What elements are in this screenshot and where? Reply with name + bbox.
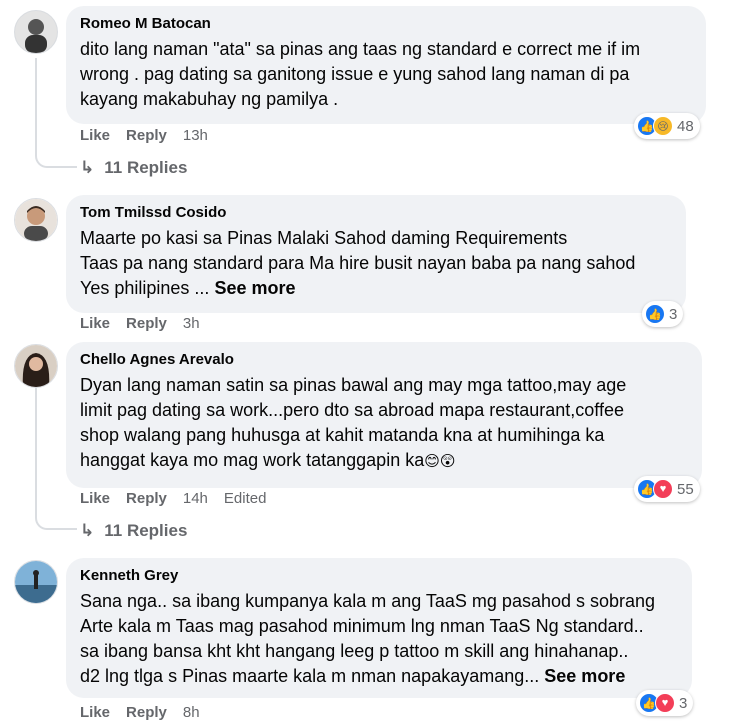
love-reaction-icon: ♥ [655,693,675,713]
thread-curve [35,514,77,530]
like-button[interactable]: Like [80,703,110,723]
comment-line-text: Yes philipines ... [80,278,210,298]
reaction-summary[interactable]: 👍 ♥ 3 [636,690,694,716]
like-button[interactable]: Like [80,314,110,334]
sad-reaction-icon: 😢 [653,116,673,136]
comment-bubble: Tom Tmilssd Cosido Maarte po kasi sa Pin… [66,195,686,313]
see-more-link[interactable]: See more [214,278,295,298]
reaction-count: 3 [669,305,678,323]
comment-timestamp[interactable]: 8h [183,703,200,723]
comment-line: Dyan lang naman satin sa pinas bawal ang… [80,375,627,395]
comment-author[interactable]: Kenneth Grey [80,566,678,586]
replies-count: 11 Replies [104,521,188,540]
comment-line: sa ibang bansa kht kht hangang leeg p ta… [80,641,629,661]
reply-button[interactable]: Reply [126,489,167,509]
view-replies-button[interactable]: ↳ 11 Replies [80,158,187,178]
avatar-image [15,345,57,387]
avatar-image [15,199,57,241]
comment-actions: Like Reply 13h [80,126,208,146]
replies-count: 11 Replies [104,158,188,177]
comment-text: Maarte po kasi sa Pinas Malaki Sahod dam… [80,226,672,301]
comment-bubble: Romeo M Batocan dito lang naman "ata" sa… [66,6,706,124]
comment-timestamp[interactable]: 3h [183,314,200,334]
avatar[interactable] [14,560,58,604]
thread-line [35,386,37,516]
reaction-count: 55 [677,480,694,498]
avatar-image [15,561,57,603]
avatar[interactable] [14,10,58,54]
reaction-summary[interactable]: 👍 😢 48 [634,113,700,139]
comment-line: shop walang pang huhusga at kahit matand… [80,425,605,445]
edited-label: Edited [223,490,267,507]
reaction-count: 3 [679,694,688,712]
comment-line-text: hanggat kaya mo mag work tatanggapin ka [80,450,425,470]
see-more-link[interactable]: See more [544,666,625,686]
comment-author[interactable]: Romeo M Batocan [80,14,692,34]
reply-button[interactable]: Reply [126,314,167,334]
reaction-summary[interactable]: 👍 ♥ 55 [634,476,700,502]
comment-line: d2 lng tlga s Pinas maarte kala m nman n… [80,664,678,689]
comment-line: Sana nga.. sa ibang kumpanya kala m ang … [80,591,656,611]
comment-line: Arte kala m Taas mag pasahod minimum lng… [80,616,644,636]
comment-line: Maarte po kasi sa Pinas Malaki Sahod dam… [80,228,568,248]
comment-timestamp[interactable]: 14h [183,489,208,509]
comment-bubble: Kenneth Grey Sana nga.. sa ibang kumpany… [66,558,692,698]
comment-bubble: Chello Agnes Arevalo Dyan lang naman sat… [66,342,702,488]
comment-line-text: d2 lng tlga s Pinas maarte kala m nman n… [80,666,540,686]
avatar-image [15,11,57,53]
reply-button[interactable]: Reply [126,126,167,146]
reaction-summary[interactable]: 👍 3 [642,301,684,327]
comment-text: Dyan lang naman satin sa pinas bawal ang… [80,373,688,474]
like-reaction-icon: 👍 [645,304,665,324]
comment-text: Sana nga.. sa ibang kumpanya kala m ang … [80,589,678,689]
thread-line [35,58,37,154]
like-button[interactable]: Like [80,126,110,146]
reply-arrow-icon: ↳ [80,158,95,177]
comment-line: hanggat kaya mo mag work tatanggapin ka😊… [80,448,688,474]
thread-curve [35,152,77,168]
comment-line: dito lang naman "ata" sa pinas ang taas … [80,39,641,59]
avatar[interactable] [14,198,58,242]
comment-actions: Like Reply 14h Edited [80,489,266,509]
comment-line: kayang makabuhay ng pamilya . [80,89,339,109]
reaction-count: 48 [677,117,694,135]
comment-line: wrong . pag dating sa ganitong issue e y… [80,64,630,84]
view-replies-button[interactable]: ↳ 11 Replies [80,521,187,541]
reply-button[interactable]: Reply [126,703,167,723]
like-button[interactable]: Like [80,489,110,509]
emoji-text: 😊😲 [424,453,456,470]
comment-author[interactable]: Chello Agnes Arevalo [80,350,688,370]
comment-timestamp[interactable]: 13h [183,126,208,146]
comment-actions: Like Reply 8h [80,703,200,723]
love-reaction-icon: ♥ [653,479,673,499]
comment-line: Taas pa nang standard para Ma hire busit… [80,253,636,273]
reply-arrow-icon: ↳ [80,521,95,540]
comment-text: dito lang naman "ata" sa pinas ang taas … [80,37,692,112]
comment-actions: Like Reply 3h [80,314,200,334]
comment-line: Yes philipines ... See more [80,276,672,301]
avatar[interactable] [14,344,58,388]
comment-author[interactable]: Tom Tmilssd Cosido [80,203,672,223]
comment-line: limit pag dating sa work...pero dto sa a… [80,400,624,420]
